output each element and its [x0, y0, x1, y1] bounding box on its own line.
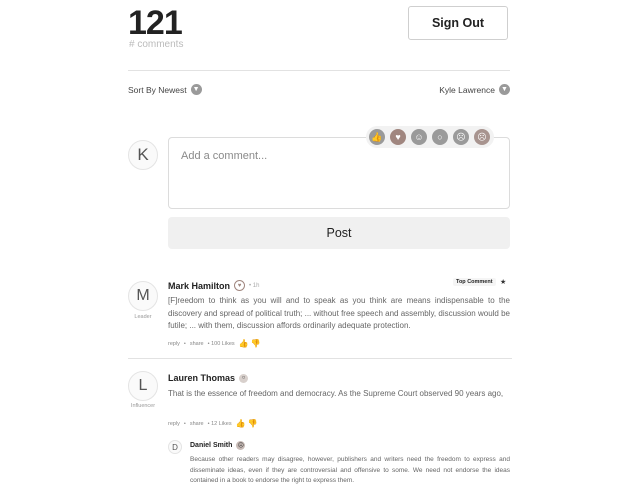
chevron-down-icon: ▼: [499, 84, 510, 95]
divider: [128, 70, 510, 71]
angry-icon: ☹: [236, 441, 246, 450]
user-menu[interactable]: Kyle Lawrence ▼: [439, 84, 510, 95]
heart-icon[interactable]: ♥: [390, 129, 406, 145]
reaction-bar: 👍 ♥ ☺ ○ ☹ ☹: [366, 126, 494, 148]
heart-icon: ♥: [234, 280, 246, 291]
like-count: • 12 Likes: [207, 420, 232, 427]
laugh-icon[interactable]: ☺: [411, 129, 427, 145]
chevron-down-icon: ▼: [190, 84, 202, 95]
thumbs-down-icon[interactable]: 👎: [248, 420, 258, 428]
thumbs-up-icon[interactable]: 👍: [239, 340, 249, 348]
thumbs-down-icon[interactable]: 👎: [251, 340, 261, 348]
user-role: Leader: [134, 314, 152, 320]
separator: •: [183, 340, 186, 347]
comment-header: Lauren Thomas ○: [168, 373, 249, 383]
divider: [128, 358, 512, 359]
comment-actions: reply • share • 100 Likes 👍 👎: [168, 340, 261, 348]
user-name: Kyle Lawrence: [439, 84, 495, 95]
post-button[interactable]: Post: [168, 217, 510, 249]
like-count: • 100 Likes: [207, 340, 235, 347]
share-link[interactable]: share: [190, 341, 204, 347]
avatar: L: [128, 371, 158, 401]
wow-icon: ○: [239, 373, 249, 383]
comment-header: Mark Hamilton ♥ • 1h: [168, 280, 259, 291]
sad-icon[interactable]: ☹: [453, 129, 469, 145]
sort-label: Sort By Newest: [128, 84, 187, 95]
reply-link[interactable]: reply: [168, 341, 180, 347]
comment-body: [F]reedom to think as you will and to sp…: [168, 296, 510, 331]
avatar: M: [128, 281, 158, 311]
comment-count: 121: [128, 4, 183, 42]
comment-count-label: # comments: [129, 39, 184, 50]
wow-icon[interactable]: ○: [432, 129, 448, 145]
comment-time: • 1h: [249, 282, 260, 289]
sort-dropdown[interactable]: Sort By Newest ▼: [128, 84, 202, 95]
sign-out-button[interactable]: Sign Out: [408, 6, 508, 40]
thumbs-up-icon[interactable]: 👍: [236, 420, 246, 428]
comment-actions: reply • share • 12 Likes 👍 👎: [168, 420, 258, 428]
like-icon[interactable]: 👍: [369, 129, 385, 145]
star-icon: ★: [500, 279, 507, 286]
commenter-name[interactable]: Lauren Thomas: [168, 373, 235, 383]
avatar: D: [168, 440, 182, 454]
top-comment-badge: Top Comment: [453, 278, 496, 286]
angry-icon[interactable]: ☹: [474, 129, 490, 145]
sort-bar: Sort By Newest ▼ Kyle Lawrence ▼: [128, 84, 510, 98]
share-link[interactable]: share: [190, 421, 204, 427]
avatar: K: [128, 140, 158, 170]
separator: •: [183, 420, 186, 427]
reply-header: Daniel Smith ☹: [190, 441, 246, 450]
reply-body: Because other readers may disagree, howe…: [190, 456, 510, 484]
comment-body: That is the essence of freedom and democ…: [168, 389, 504, 398]
reply-link[interactable]: reply: [168, 421, 180, 427]
commenter-name[interactable]: Mark Hamilton: [168, 281, 230, 291]
commenter-name[interactable]: Daniel Smith: [190, 442, 232, 449]
user-role: Influencer: [130, 403, 156, 409]
